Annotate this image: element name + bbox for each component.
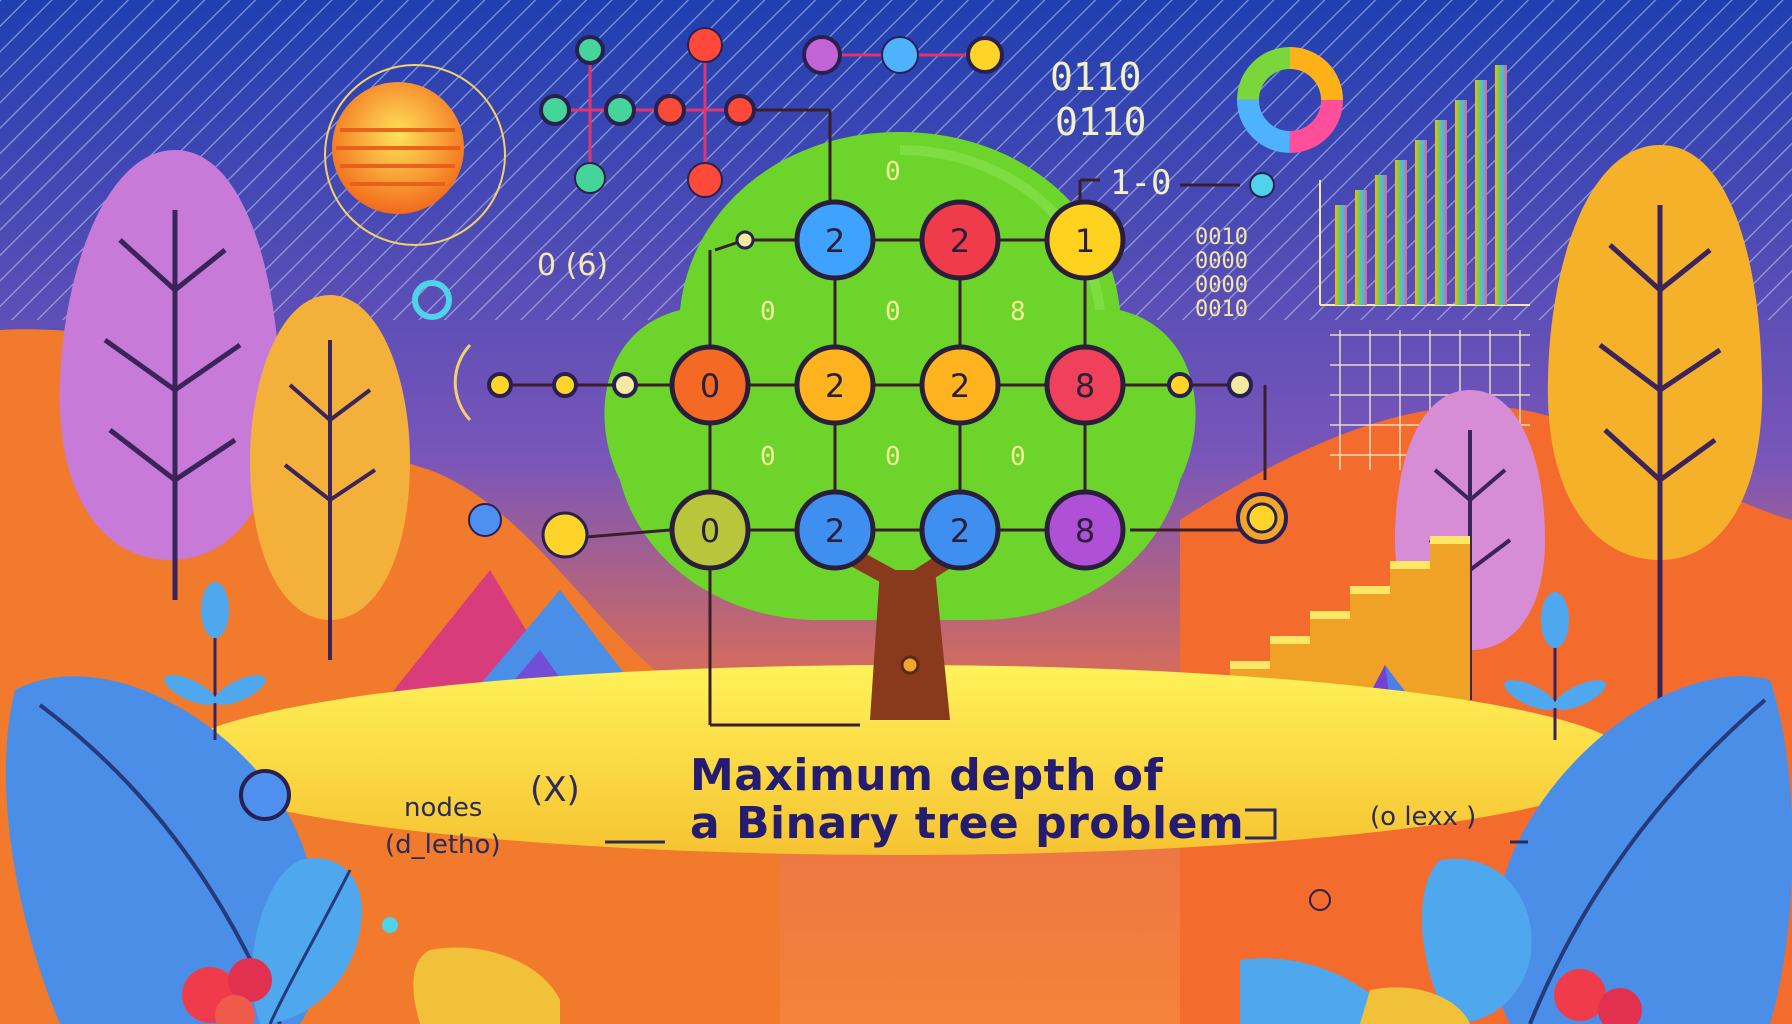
binary-grid-row: 0000 <box>1195 249 1248 274</box>
right-label: (o lexx ) <box>1370 802 1477 832</box>
foliage-number: 0 <box>760 442 776 472</box>
left-code-text: 0 (6) <box>537 248 609 283</box>
binary-grid-row: 0010 <box>1195 297 1248 322</box>
x-label: (X) <box>530 770 580 810</box>
node-value: 2 <box>825 512 845 550</box>
foliage-number: 0 <box>760 297 776 327</box>
foliage-number: 0 <box>885 157 901 187</box>
foliage-number: 0 <box>1010 442 1026 472</box>
page-title: Maximum depth of a Binary tree problem <box>690 752 1244 847</box>
title-line-1: Maximum depth of <box>690 750 1164 801</box>
node-value: 8 <box>1075 367 1095 405</box>
dot-icon <box>382 917 398 933</box>
binary-text: 1-0 <box>1110 163 1172 203</box>
node-value: 0 <box>700 367 720 405</box>
node-value: 2 <box>825 222 845 260</box>
nodes-label: nodes <box>404 793 483 823</box>
title-line-2: a Binary tree problem <box>690 797 1245 849</box>
node-value: 2 <box>950 367 970 405</box>
binary-grid-row: 0000 <box>1195 273 1248 298</box>
node-value: 2 <box>950 512 970 550</box>
node-value: 2 <box>950 222 970 260</box>
foliage-number: 0 <box>885 297 901 327</box>
ball-icon <box>239 769 291 821</box>
binary-text: 0110 <box>1055 100 1147 144</box>
foliage-number: 8 <box>1010 297 1026 327</box>
nodes-sub-label: (d_letho) <box>385 830 501 860</box>
binary-grid-row: 0010 <box>1195 225 1248 250</box>
binary-text: 0110 <box>1050 55 1142 99</box>
node-value: 1 <box>1075 222 1095 260</box>
scene-svg: 2 2 1 0 2 2 8 0 2 2 8 0 0 0 8 0 0 0 <box>0 0 1792 1024</box>
illustration-stage: 2 2 1 0 2 2 8 0 2 2 8 0 0 0 8 0 0 0 0110… <box>0 0 1792 1024</box>
node-value: 8 <box>1075 512 1095 550</box>
node-value: 0 <box>700 512 720 550</box>
node-value: 2 <box>825 367 845 405</box>
foliage-number: 0 <box>885 442 901 472</box>
